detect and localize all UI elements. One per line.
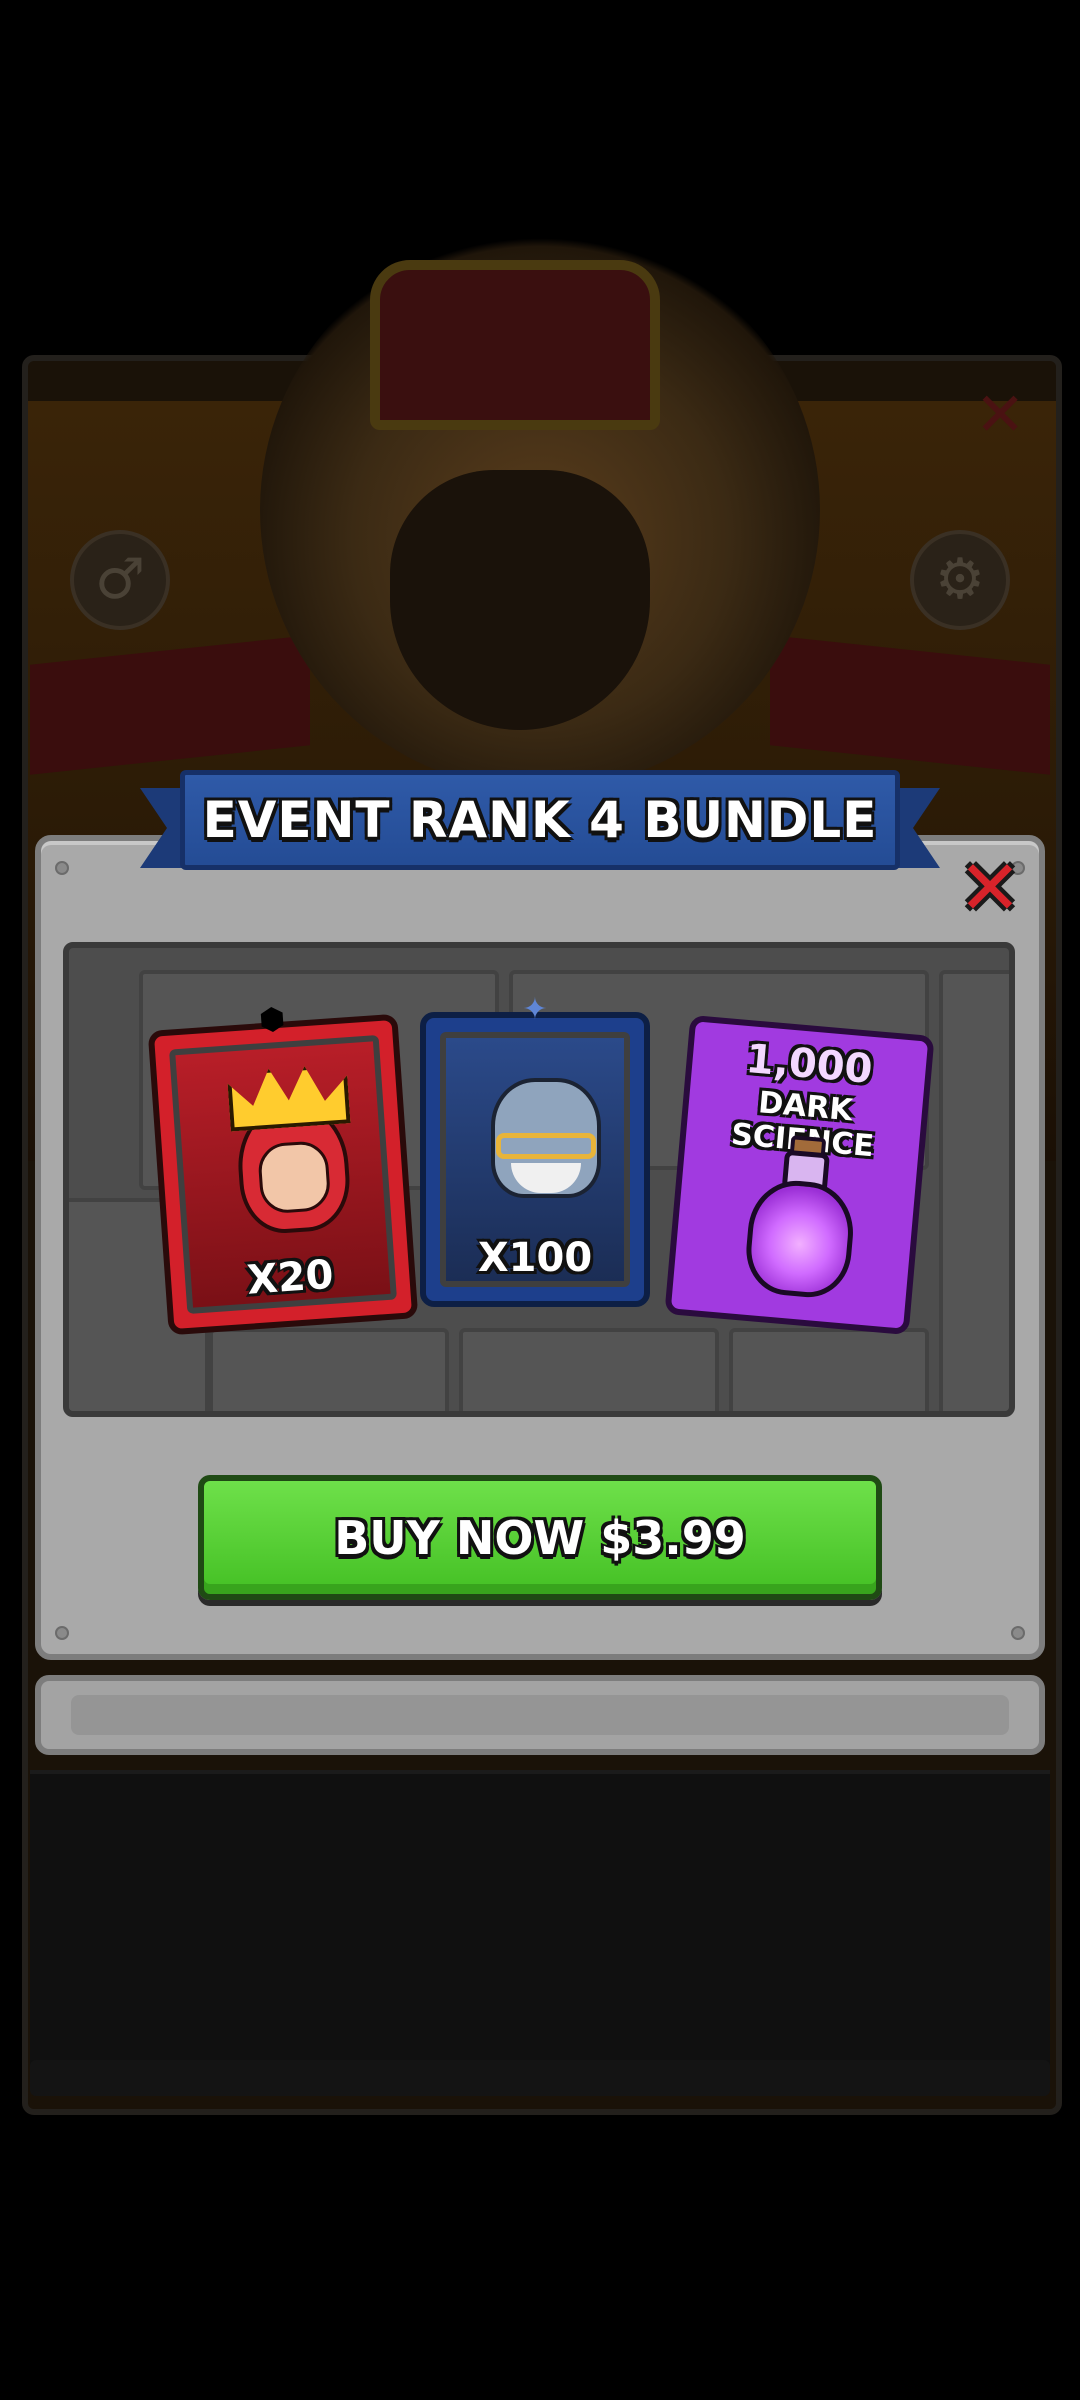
blue-rarity-badge-icon: ✦ <box>522 992 548 1027</box>
dark-science-potion-icon <box>742 1176 858 1301</box>
robot-hero-card[interactable]: ✦ X100 <box>420 992 650 1307</box>
gear-icon: ⚙ <box>910 530 1010 630</box>
buy-now-label: BUY NOW $3.99 <box>334 1510 746 1565</box>
robot-hero-quantity: X100 <box>477 1235 593 1281</box>
male-symbol-icon: ♂ <box>70 530 170 630</box>
dialog-title-banner: EVENT RANK 4 BUNDLE <box>140 770 940 880</box>
red-rarity-badge-icon: ⬢ <box>257 1001 287 1039</box>
glasses-icon <box>496 1133 596 1159</box>
dialog-title: EVENT RANK 4 BUNDLE <box>202 791 878 849</box>
background-lower-area <box>30 1770 1050 2070</box>
background-king-beard <box>390 470 650 730</box>
queen-hero-card[interactable]: ⬢ X20 <box>147 1002 419 1336</box>
background-close-x-icon: ✕ <box>975 380 1026 450</box>
dark-science-card[interactable]: 1,000 DARK SCIENCE <box>664 1014 935 1336</box>
dialog-footer-bar <box>35 1675 1045 1755</box>
background-bottom-strip <box>30 2060 1050 2096</box>
gold-crown-icon <box>227 1063 351 1131</box>
buy-now-button[interactable]: BUY NOW $3.99 <box>198 1475 882 1600</box>
close-x-icon[interactable]: ✕ <box>955 850 1025 926</box>
background-king-crown <box>370 260 660 430</box>
